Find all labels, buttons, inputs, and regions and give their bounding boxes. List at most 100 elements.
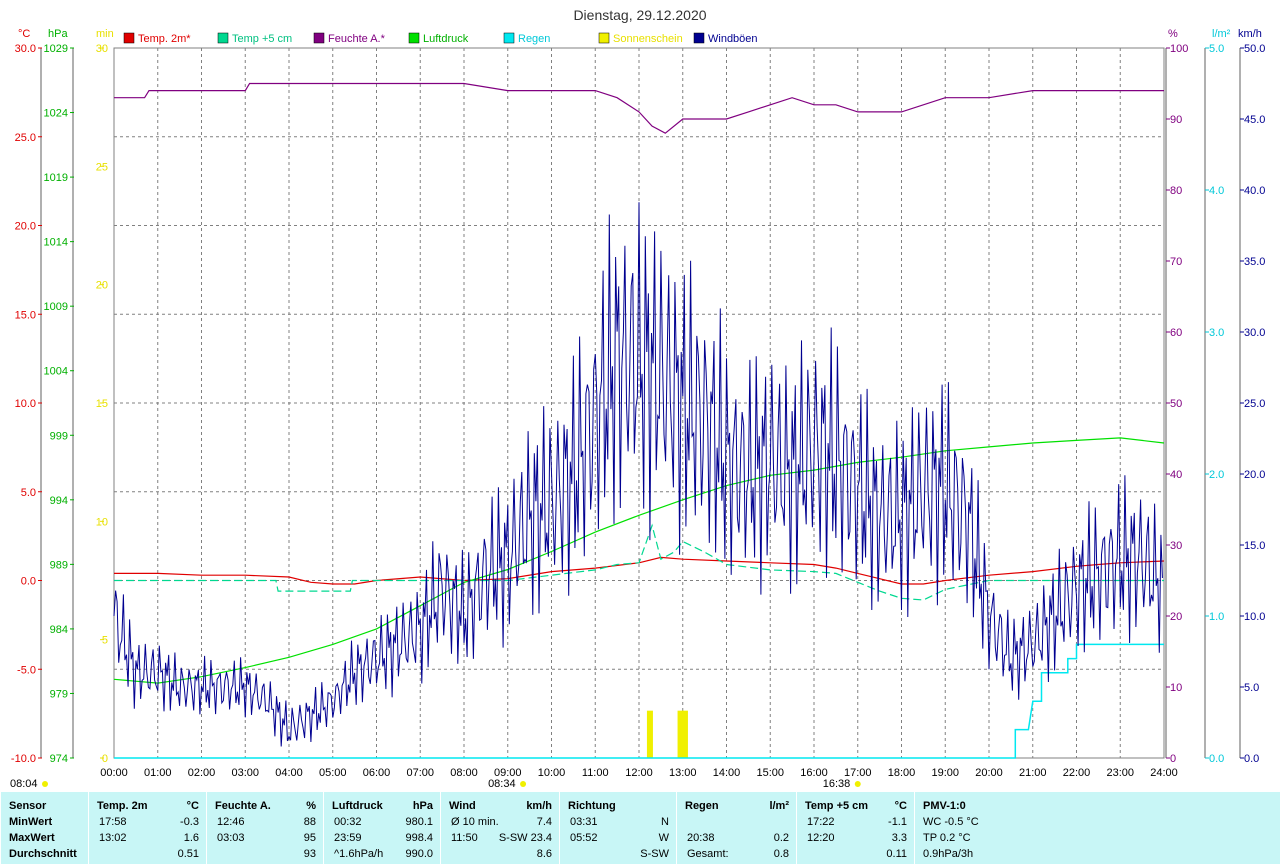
x-tick-label: 21:00 — [1019, 767, 1047, 779]
legend-swatch — [313, 32, 325, 44]
tick-press: 984 — [50, 624, 68, 636]
tick-press: 1014 — [44, 237, 68, 249]
legend-label: Temp +5 cm — [232, 33, 292, 45]
stats-column: Temp. 2m °C 17:58 -0.3 13:02 1.6 0.51 — [88, 792, 207, 864]
stats-value: 1.6 — [183, 832, 199, 844]
stats-unit: °C — [186, 800, 199, 812]
tick-hum: 100 — [1170, 43, 1188, 55]
tick-temp: 30.0 — [15, 43, 36, 55]
axis-unit-rain: l/m² — [1212, 28, 1231, 40]
stats-value: 7.4 — [536, 816, 552, 828]
tick-press: 989 — [50, 559, 68, 571]
x-tick-label: 01:00 — [144, 767, 172, 779]
legend-label: Feuchte A.* — [328, 33, 386, 45]
tick-hum: 80 — [1170, 185, 1182, 197]
stats-unit: l/m² — [769, 800, 789, 812]
stats-header: Wind — [449, 800, 476, 812]
stats-unit: °C — [894, 800, 907, 812]
stats-value: S-SW 23.4 — [498, 832, 552, 844]
legend-swatch — [503, 32, 515, 44]
legend-swatch — [598, 32, 610, 44]
stats-row-label: 0.9hPa/3h — [923, 848, 974, 860]
tick-hum: 90 — [1170, 114, 1182, 126]
tick-hum: 30 — [1170, 540, 1182, 552]
stats-value: 0.8 — [773, 848, 789, 860]
stats-header: Feuchte A. — [215, 800, 271, 812]
stats-row-label: MaxWert — [9, 832, 55, 844]
stats-value: -1.1 — [888, 816, 907, 828]
tick-sun: 15 — [96, 398, 108, 410]
tick-wind: 45.0 — [1244, 114, 1265, 126]
x-tick-label: 18:00 — [888, 767, 916, 779]
axis-unit-sun: min — [96, 28, 114, 40]
stats-value: S-SW — [640, 848, 669, 860]
stats-column: Wind km/h Ø 10 min. 7.4 11:50 S-SW 23.4 8.6 — [440, 792, 560, 864]
stats-value: W — [658, 832, 669, 844]
x-tick-label: 08:00 — [450, 767, 478, 779]
legend: Temp. 2m* Temp +5 cm Feuchte A.* Luftdruck R… — [123, 32, 758, 45]
tick-press: 1004 — [44, 366, 68, 378]
stats-unit: hPa — [412, 800, 433, 812]
stats-value: 88 — [303, 816, 316, 828]
x-tick-label: 07:00 — [406, 767, 434, 779]
legend-label: Temp. 2m* — [138, 33, 191, 45]
stats-column: Richtung 03:31 N 05:52 W S-SW — [559, 792, 677, 864]
x-tick-label: 12:00 — [625, 767, 653, 779]
stats-value: 980.1 — [405, 816, 433, 828]
axis-unit-temp: °C — [18, 28, 30, 40]
tick-wind: 20.0 — [1244, 469, 1265, 481]
x-tick-label: 13:00 — [669, 767, 697, 779]
stats-value: 998.4 — [405, 832, 433, 844]
stats-header: Temp. 2m — [97, 800, 148, 812]
tick-hum: 60 — [1170, 327, 1182, 339]
x-tick-label: 05:00 — [319, 767, 347, 779]
stats-column: Sensor MinWert MaxWert Durchschnitt — [0, 792, 89, 864]
stats-column: PMV-1:0 WC -0.5 °C TP 0.2 °C 0.9hPa/3h — [914, 792, 1035, 864]
x-tick-labels: 00:00 01:00 02:00 03:00 04:00 05:00 06:00 07:00… — [100, 767, 1178, 779]
tick-press: 1009 — [44, 301, 68, 313]
sun-marker-label: 08:34 — [488, 778, 516, 790]
tick-temp: -10.0 — [11, 753, 36, 765]
stats-value: 8.6 — [536, 848, 552, 860]
stats-value: N — [661, 816, 669, 828]
axis-unit-press: hPa — [48, 28, 68, 40]
tick-wind: 10.0 — [1244, 611, 1265, 623]
tick-temp: 5.0 — [21, 487, 36, 499]
series-line-5 — [113, 202, 1163, 747]
tick-hum: 40 — [1170, 469, 1182, 481]
tick-rain: 2.0 — [1209, 469, 1224, 481]
stats-unit: km/h — [526, 800, 552, 812]
stats-row-label: TP 0.2 °C — [923, 832, 971, 844]
stats-column: Luftdruck hPa 00:32 980.1 23:59 998.4 ^1.6hPa/… — [323, 792, 441, 864]
tick-rain: 5.0 — [1209, 43, 1224, 55]
tick-temp: 10.0 — [15, 398, 36, 410]
stats-header: PMV-1:0 — [923, 800, 966, 812]
tick-temp: 15.0 — [15, 309, 36, 321]
stats-column: Feuchte A.% 12:46 88 03:03 95 93 — [206, 792, 324, 864]
tick-sun: 30 — [96, 43, 108, 55]
stats-header: Richtung — [568, 800, 616, 812]
x-tick-label: 15:00 — [756, 767, 784, 779]
tick-hum: 20 — [1170, 611, 1182, 623]
x-tick-label: 23:00 — [1106, 767, 1134, 779]
sun-marker-label: 16:38 — [823, 778, 851, 790]
tick-temp: -5.0 — [17, 664, 36, 676]
statistics-panel: Sensor MinWert MaxWert Durchschnitt Temp. 2m… — [0, 792, 1280, 864]
sun-markers: 08:04 08:34 16:38 — [10, 778, 861, 790]
stats-value: 95 — [303, 832, 316, 844]
tick-hum: 0 — [1170, 753, 1176, 765]
stats-value: 0.51 — [177, 848, 199, 860]
sun-marker-icon — [854, 781, 861, 787]
sunshine-bars — [646, 710, 688, 758]
tick-sun: 0 — [102, 753, 108, 765]
legend-swatch — [217, 32, 229, 44]
tick-wind: 0.0 — [1244, 753, 1259, 765]
stats-row-label: WC -0.5 °C — [923, 816, 979, 828]
tick-wind: 15.0 — [1244, 540, 1265, 552]
x-tick-label: 03:00 — [231, 767, 259, 779]
x-tick-label: 11:00 — [582, 767, 609, 779]
tick-sun: 5 — [102, 635, 108, 647]
x-tick-label: 20:00 — [975, 767, 1003, 779]
tick-temp: 25.0 — [15, 132, 36, 144]
tick-rain: 4.0 — [1209, 185, 1224, 197]
